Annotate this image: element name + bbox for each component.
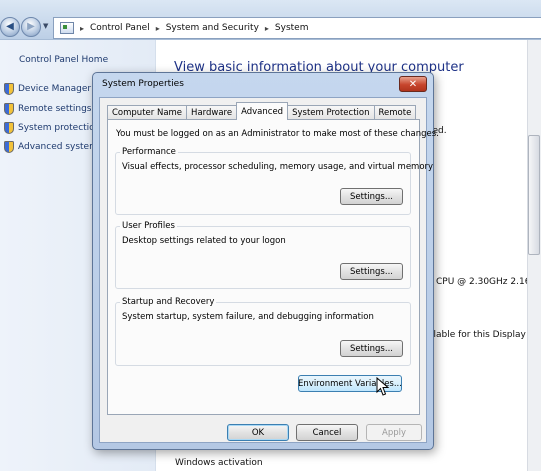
tab-remote[interactable]: Remote bbox=[373, 105, 417, 120]
tab-hardware[interactable]: Hardware bbox=[186, 105, 238, 120]
shield-icon bbox=[4, 141, 14, 153]
startup-recovery-settings-button[interactable]: Settings... bbox=[340, 340, 403, 357]
close-icon: ✕ bbox=[408, 78, 418, 90]
arrow-left-icon: ◀ bbox=[6, 21, 14, 32]
startup-recovery-group: Startup and Recovery System startup, sys… bbox=[115, 297, 411, 366]
tab-system-protection[interactable]: System Protection bbox=[287, 105, 375, 120]
cancel-button[interactable]: Cancel bbox=[296, 424, 358, 441]
pen-touch-value: ilable for this Display bbox=[431, 330, 526, 340]
explorer-toolbar: ◀ ▶ ▼ ▸ Control Panel ▸ System and Secur… bbox=[0, 0, 541, 40]
scrollbar-thumb[interactable] bbox=[528, 135, 540, 255]
user-profiles-settings-button[interactable]: Settings... bbox=[340, 263, 403, 280]
arrow-right-icon: ▶ bbox=[27, 21, 35, 32]
user-profiles-label: User Profiles bbox=[120, 221, 177, 231]
windows-activation-heading: Windows activation bbox=[175, 458, 263, 468]
chevron-right-icon[interactable]: ▸ bbox=[80, 24, 84, 33]
chevron-right-icon[interactable]: ▸ bbox=[265, 24, 269, 33]
back-button[interactable]: ◀ bbox=[0, 17, 20, 37]
system-protection-link[interactable]: System protection bbox=[4, 122, 100, 134]
device-manager-label: Device Manager bbox=[18, 84, 92, 94]
startup-recovery-label: Startup and Recovery bbox=[120, 297, 217, 307]
user-profiles-group: User Profiles Desktop settings related t… bbox=[115, 221, 411, 289]
chevron-right-icon[interactable]: ▸ bbox=[156, 24, 160, 33]
admin-note: You must be logged on as an Administrato… bbox=[116, 129, 439, 139]
shield-icon bbox=[4, 83, 14, 95]
performance-settings-button[interactable]: Settings... bbox=[340, 188, 403, 205]
advanced-tab-panel: You must be logged on as an Administrato… bbox=[107, 119, 439, 415]
forward-button[interactable]: ▶ bbox=[21, 17, 41, 37]
mouse-pointer-icon bbox=[376, 377, 390, 396]
shield-icon bbox=[4, 103, 14, 115]
breadcrumb-system-and-security[interactable]: System and Security bbox=[166, 23, 259, 33]
performance-label: Performance bbox=[120, 147, 178, 157]
breadcrumb-control-panel[interactable]: Control Panel bbox=[90, 23, 150, 33]
remote-settings-link[interactable]: Remote settings bbox=[4, 103, 91, 115]
user-profiles-description: Desktop settings related to your logon bbox=[122, 236, 286, 246]
system-protection-label: System protection bbox=[18, 123, 101, 133]
advanced-system-settings-link[interactable]: Advanced system bbox=[4, 141, 98, 153]
vertical-scrollbar[interactable] bbox=[527, 40, 541, 471]
tab-computer-name[interactable]: Computer Name bbox=[107, 105, 188, 120]
recent-pages-dropdown-icon[interactable]: ▼ bbox=[43, 22, 48, 30]
shield-icon bbox=[4, 122, 14, 134]
performance-group: Performance Visual effects, processor sc… bbox=[115, 147, 433, 215]
tab-advanced[interactable]: Advanced bbox=[236, 102, 289, 120]
processor-value: CPU @ 2.30GHz 2.16 GHz bbox=[436, 277, 541, 287]
startup-recovery-description: System startup, system failure, and debu… bbox=[122, 312, 374, 322]
remote-settings-label: Remote settings bbox=[18, 104, 92, 114]
device-manager-link[interactable]: Device Manager bbox=[4, 83, 91, 95]
control-panel-home-link[interactable]: Control Panel Home bbox=[19, 55, 108, 65]
tab-strip: Computer Name Hardware Advanced System P… bbox=[107, 102, 417, 120]
close-button[interactable]: ✕ bbox=[399, 76, 427, 92]
breadcrumb-system[interactable]: System bbox=[275, 23, 309, 33]
dialog-title: System Properties bbox=[102, 79, 184, 89]
address-bar[interactable]: ▸ Control Panel ▸ System and Security ▸ … bbox=[53, 17, 541, 39]
ok-button[interactable]: OK bbox=[227, 424, 289, 441]
performance-description: Visual effects, processor scheduling, me… bbox=[122, 162, 434, 172]
advanced-system-label: Advanced system bbox=[18, 142, 98, 152]
control-panel-icon bbox=[60, 22, 74, 34]
apply-button[interactable]: Apply bbox=[366, 424, 422, 441]
